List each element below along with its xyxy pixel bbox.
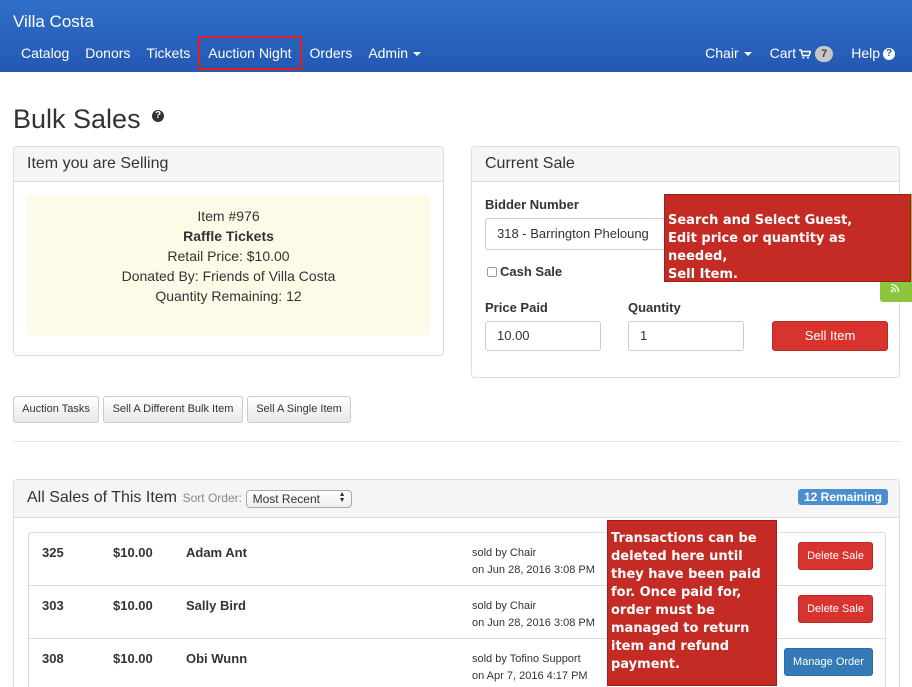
bidder-number: 308	[42, 651, 64, 666]
bidder-select[interactable]: 318 - Barrington Pheloung	[485, 218, 685, 250]
rss-icon	[890, 283, 900, 293]
item-selling-panel: Item you are Selling Item #976 Raffle Ti…	[13, 146, 444, 356]
user-nav: Chair Cart 7 Help?	[696, 36, 904, 70]
sold-by: sold by Chair	[472, 600, 537, 612]
chevron-down-icon	[413, 52, 421, 57]
sort-order-select[interactable]: Most Recent ▲ ▼	[245, 489, 352, 508]
quantity-remaining: Quantity Remaining: 12	[155, 288, 302, 304]
help-icon: ?	[883, 48, 895, 61]
bidder-number: 325	[42, 545, 64, 560]
nav-chair[interactable]: Chair	[696, 36, 760, 70]
nav-orders[interactable]: Orders	[302, 36, 361, 70]
panel-heading: Item you are Selling	[14, 147, 443, 182]
manage-order-button[interactable]: Manage Order	[784, 648, 873, 676]
sale-amount: $10.00	[113, 651, 153, 666]
sale-amount: $10.00	[113, 545, 153, 560]
divider	[13, 441, 900, 442]
auction-tasks-button[interactable]: Auction Tasks	[13, 396, 99, 423]
brand-link[interactable]: Villa Costa	[13, 12, 94, 32]
nav-cart[interactable]: Cart 7	[761, 36, 843, 70]
sale-amount: $10.00	[113, 598, 153, 613]
buyer-name: Sally Bird	[186, 598, 246, 613]
item-number: Item #976	[197, 208, 260, 224]
buyer-name: Obi Wunn	[186, 651, 248, 666]
annotation-callout-sale: Search and Select Guest, Edit price or q…	[664, 194, 911, 282]
retail-price: Retail Price: $10.00	[167, 248, 290, 264]
nav-help-label: Help	[851, 45, 880, 61]
sort-order-value: Most Recent	[252, 491, 320, 506]
delete-sale-button[interactable]: Delete Sale	[798, 595, 873, 623]
nav-donors[interactable]: Donors	[77, 36, 138, 70]
page-title: Bulk Sales	[13, 104, 141, 134]
nav-admin[interactable]: Admin	[360, 36, 429, 70]
sort-order-label: Sort Order:	[182, 491, 242, 505]
chevron-down-icon	[743, 52, 752, 57]
nav-tickets[interactable]: Tickets	[138, 36, 198, 70]
delete-sale-button[interactable]: Delete Sale	[798, 542, 873, 570]
annotation-callout-transactions: Transactions can be deleted here until t…	[607, 520, 777, 686]
item-details-box: Item #976 Raffle Tickets Retail Price: $…	[27, 195, 430, 335]
cash-sale-checkbox[interactable]	[487, 267, 497, 277]
sales-panel-heading: All Sales of This Item Sort Order: Most …	[14, 480, 899, 518]
sold-info: sold by Chair on Jun 28, 2016 3:08 PM	[472, 545, 595, 579]
item-name: Raffle Tickets	[183, 228, 274, 244]
sold-by: sold by Chair	[472, 547, 537, 559]
panel-heading: Current Sale	[472, 147, 899, 182]
sold-date: on Apr 7, 2016 4:17 PM	[472, 670, 588, 682]
bidder-number: 303	[42, 598, 64, 613]
nav-help[interactable]: Help?	[842, 36, 904, 70]
main-nav: Catalog Donors Tickets Auction Night Ord…	[13, 36, 429, 70]
sell-item-button[interactable]: Sell Item	[772, 321, 888, 351]
sell-different-bulk-item-button[interactable]: Sell A Different Bulk Item	[103, 396, 243, 423]
nav-admin-label: Admin	[368, 45, 408, 61]
nav-chair-label: Chair	[705, 45, 739, 61]
remaining-badge: 12 Remaining	[797, 489, 888, 505]
nav-catalog[interactable]: Catalog	[13, 36, 77, 70]
price-paid-input[interactable]: 10.00	[485, 321, 601, 351]
nav-cart-label: Cart	[769, 45, 797, 61]
sold-date: on Jun 28, 2016 3:08 PM	[472, 564, 595, 576]
cart-count-badge: 7	[815, 46, 834, 63]
top-navbar: Villa Costa Catalog Donors Tickets Aucti…	[0, 0, 912, 72]
bidder-number-label: Bidder Number	[485, 197, 579, 212]
sold-info: sold by Chair on Jun 28, 2016 3:08 PM	[472, 598, 595, 632]
nav-auction-night[interactable]: Auction Night	[198, 36, 302, 70]
cash-sale-label: Cash Sale	[500, 264, 563, 279]
sold-date: on Jun 28, 2016 3:08 PM	[472, 617, 595, 629]
donated-by: Donated By: Friends of Villa Costa	[121, 268, 336, 284]
select-arrows-icon: ▲ ▼	[338, 490, 346, 504]
buyer-name: Adam Ant	[186, 545, 247, 560]
cart-icon	[799, 49, 812, 59]
sell-single-item-button[interactable]: Sell A Single Item	[247, 396, 351, 423]
sold-by: sold by Tofino Support	[472, 653, 581, 665]
price-paid-label: Price Paid	[485, 300, 548, 315]
quantity-input[interactable]: 1	[628, 321, 744, 351]
sales-title: All Sales of This Item	[27, 489, 177, 506]
quantity-label: Quantity	[628, 300, 681, 315]
sold-info: sold by Tofino Support on Apr 7, 2016 4:1…	[472, 651, 588, 685]
help-icon[interactable]: ?	[152, 110, 164, 122]
